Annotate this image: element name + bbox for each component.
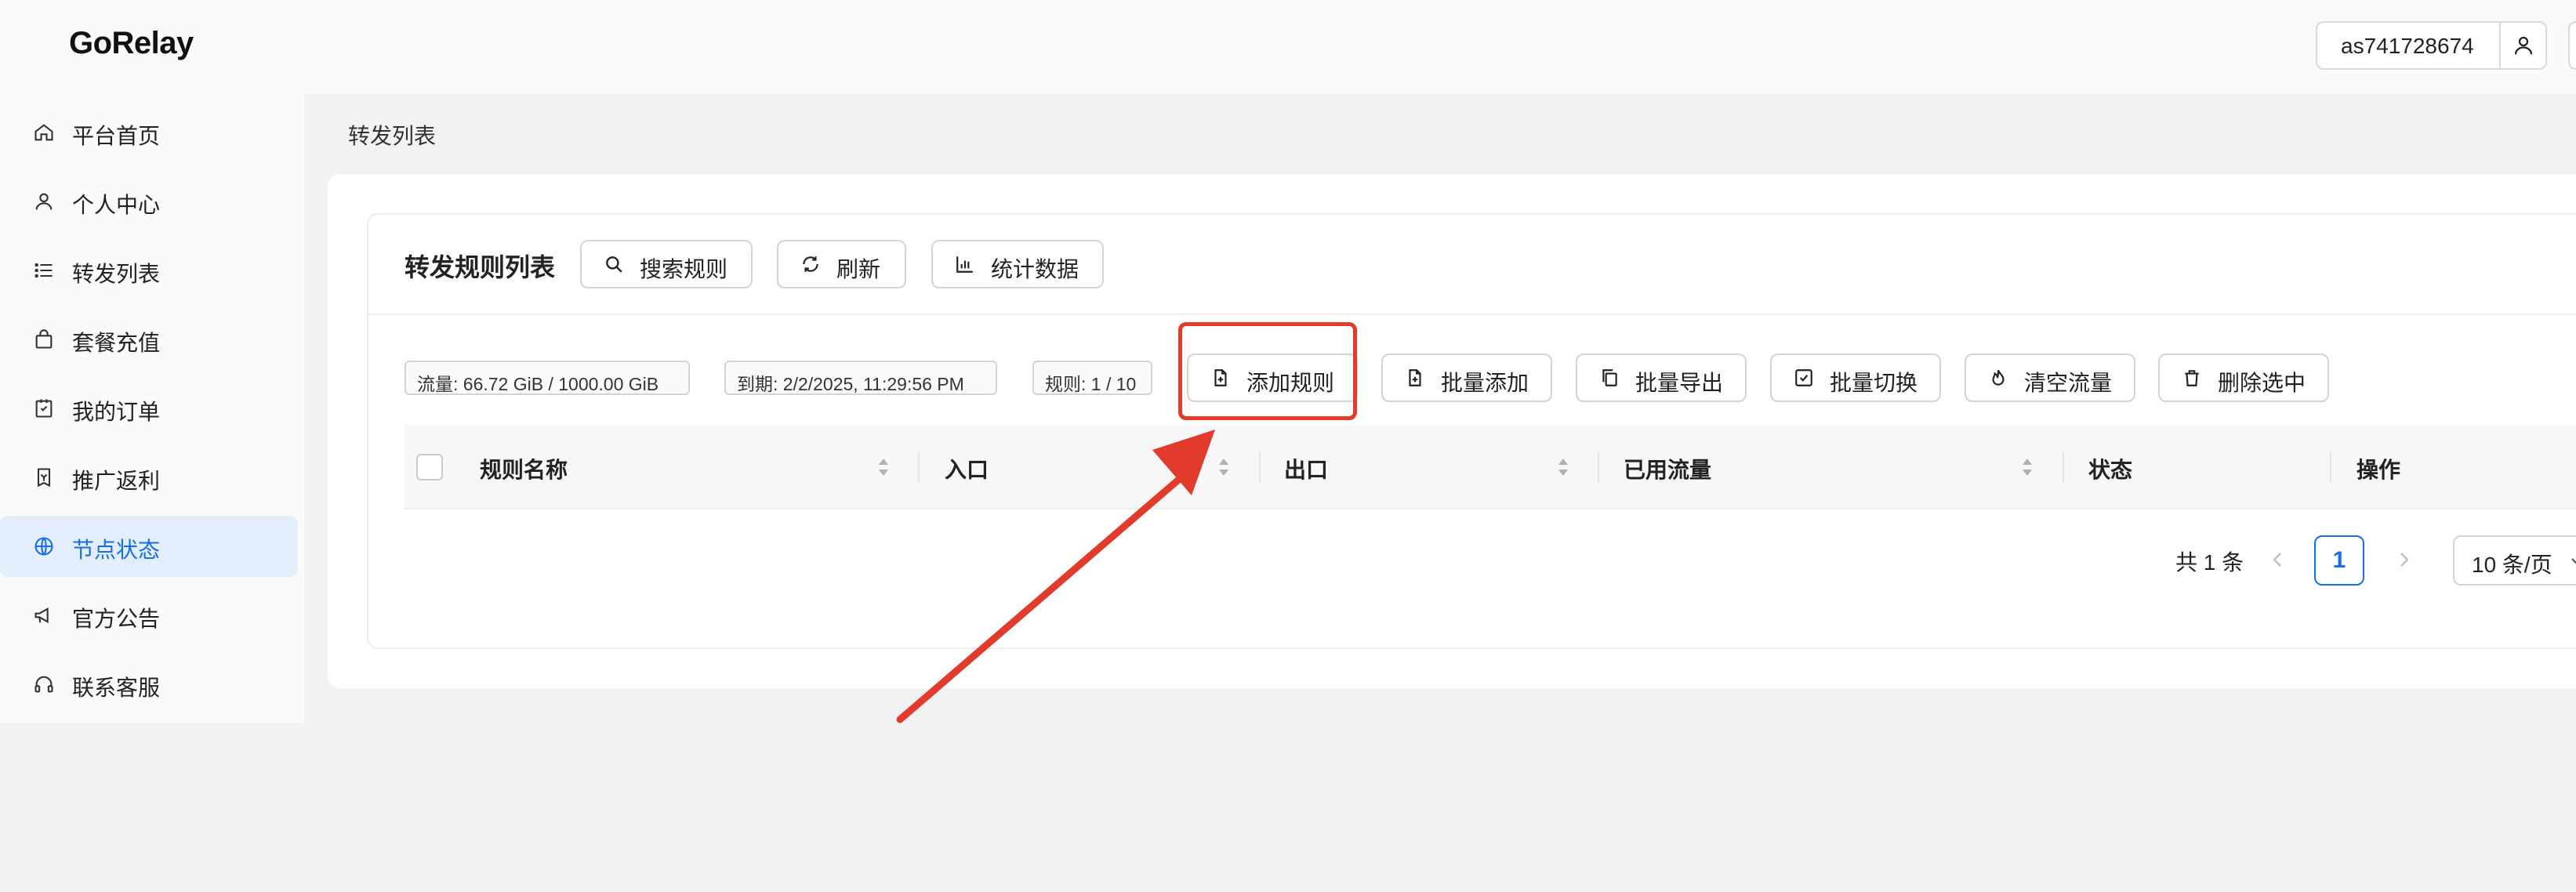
search-rules-button[interactable]: 搜索规则 bbox=[580, 240, 753, 288]
chevron-left-icon[interactable] bbox=[2269, 550, 2287, 569]
brand-logo[interactable]: GoRelay bbox=[69, 26, 194, 61]
pagination-page-1[interactable]: 1 bbox=[2314, 535, 2364, 586]
flame-icon bbox=[1992, 369, 2005, 386]
button-label: 批量导出 bbox=[1635, 371, 1724, 395]
column-header-status: 状态 bbox=[2088, 458, 2133, 482]
search-icon bbox=[606, 256, 622, 273]
sidebar-item-label: 官方公告 bbox=[72, 607, 161, 631]
column-separator bbox=[1598, 451, 1599, 483]
annotation-highlight-box bbox=[1178, 322, 1357, 420]
extra-header-button[interactable] bbox=[2568, 21, 2576, 70]
sort-icon[interactable] bbox=[877, 455, 890, 479]
card-title: 转发规则列表 bbox=[405, 253, 556, 281]
button-label: 刷新 bbox=[836, 257, 881, 281]
column-header-used-traffic[interactable]: 已用流量 bbox=[1624, 453, 1711, 484]
page-size-select[interactable]: 10 条/页 bbox=[2453, 535, 2576, 586]
column-separator bbox=[918, 451, 920, 483]
sort-icon[interactable] bbox=[1217, 455, 1230, 479]
rules-count-text: 规则: 1 / 10 bbox=[1045, 374, 1137, 394]
column-header-exit[interactable]: 出口 bbox=[1284, 453, 1328, 484]
megaphone-icon bbox=[34, 607, 49, 623]
sidebar-item-node-status[interactable]: 节点状态 bbox=[0, 516, 298, 577]
sidebar-item-forward-list[interactable]: 转发列表 bbox=[0, 240, 298, 301]
pagination-total: 共 1 条 bbox=[2175, 550, 2244, 575]
column-header-actions: 操作 bbox=[2356, 458, 2401, 482]
button-label: 搜索规则 bbox=[640, 257, 728, 281]
divider bbox=[368, 314, 2576, 315]
column-header-rule-name[interactable]: 规则名称 bbox=[480, 453, 568, 484]
sort-icon[interactable] bbox=[1557, 455, 1569, 479]
breadcrumb: 转发列表 bbox=[348, 124, 437, 148]
divider bbox=[2499, 23, 2501, 68]
sidebar-item-rebate[interactable]: 推广返利 bbox=[0, 447, 298, 508]
sidebar-item-label: 联系客服 bbox=[72, 676, 161, 700]
traffic-text: 流量: 66.72 GiB / 1000.00 GiB bbox=[417, 374, 659, 394]
column-separator bbox=[2330, 451, 2331, 483]
sidebar-item-label: 个人中心 bbox=[72, 193, 161, 217]
sort-icon[interactable] bbox=[2021, 455, 2034, 479]
sidebar-item-label: 套餐充值 bbox=[72, 331, 161, 355]
clear-traffic-button[interactable]: 清空流量 bbox=[1965, 354, 2135, 402]
bar-chart-icon bbox=[956, 256, 973, 273]
button-label: 统计数据 bbox=[991, 257, 1079, 281]
checkbox-icon bbox=[1795, 369, 1812, 386]
sidebar-item-label: 平台首页 bbox=[72, 124, 161, 148]
column-separator bbox=[2063, 451, 2064, 483]
sidebar-item-recharge[interactable]: 套餐充值 bbox=[0, 309, 298, 370]
username[interactable]: as741728674 bbox=[2341, 34, 2474, 59]
rebate-icon bbox=[37, 468, 51, 488]
sidebar-item-announcements[interactable]: 官方公告 bbox=[0, 585, 298, 646]
copy-icon bbox=[1602, 369, 1617, 386]
chevron-down-icon bbox=[2571, 558, 2576, 564]
page-size-value: 10 条/页 bbox=[2472, 553, 2552, 577]
traffic-tag: 流量: 66.72 GiB / 1000.00 GiB bbox=[405, 361, 690, 395]
user-icon[interactable] bbox=[2512, 34, 2535, 57]
refresh-icon bbox=[803, 256, 818, 272]
button-label: 清空流量 bbox=[2024, 371, 2113, 395]
rules-count-tag: 规则: 1 / 10 bbox=[1032, 361, 1152, 395]
select-all-checkbox[interactable] bbox=[416, 454, 443, 480]
batch-add-button[interactable]: 批量添加 bbox=[1381, 354, 1552, 402]
sidebar-item-label: 我的订单 bbox=[72, 400, 161, 424]
sidebar-item-orders[interactable]: 我的订单 bbox=[0, 378, 298, 439]
sidebar-item-label: 推广返利 bbox=[72, 469, 161, 493]
file-add-icon bbox=[1409, 369, 1421, 386]
top-bar: GoRelay as741728674 bbox=[0, 0, 2576, 94]
user-menu[interactable]: as741728674 bbox=[2316, 21, 2547, 70]
headset-icon bbox=[34, 676, 53, 693]
table-header bbox=[405, 425, 2576, 509]
list-icon bbox=[34, 263, 53, 278]
sidebar-item-home[interactable]: 平台首页 bbox=[0, 102, 298, 163]
batch-export-button[interactable]: 批量导出 bbox=[1576, 354, 1747, 402]
page-number: 1 bbox=[2332, 547, 2346, 573]
column-header-entry[interactable]: 入口 bbox=[945, 453, 989, 484]
column-separator bbox=[1259, 451, 1261, 483]
sidebar-item-label: 节点状态 bbox=[72, 538, 161, 562]
button-label: 删除选中 bbox=[2218, 371, 2306, 395]
batch-switch-button[interactable]: 批量切换 bbox=[1770, 354, 1941, 402]
globe-icon bbox=[34, 537, 53, 556]
delete-selected-button[interactable]: 删除选中 bbox=[2158, 354, 2329, 402]
button-label: 批量添加 bbox=[1441, 371, 1529, 395]
stats-button[interactable]: 统计数据 bbox=[931, 240, 1104, 288]
order-icon bbox=[35, 399, 53, 418]
expiry-text: 到期: 2/2/2025, 11:29:56 PM bbox=[737, 374, 964, 394]
button-label: 批量切换 bbox=[1830, 371, 1918, 395]
sidebar-item-profile[interactable]: 个人中心 bbox=[0, 171, 298, 232]
sidebar-item-support[interactable]: 联系客服 bbox=[0, 654, 298, 715]
bag-icon bbox=[35, 329, 53, 349]
sidebar: 平台首页 个人中心 转发列表 套餐充值 我的订单 推广返利 节点状态 官方公告 … bbox=[0, 94, 304, 723]
chevron-right-icon[interactable] bbox=[2395, 550, 2412, 569]
sidebar-item-label: 转发列表 bbox=[72, 262, 161, 286]
trash-icon bbox=[2185, 370, 2199, 386]
refresh-button[interactable]: 刷新 bbox=[777, 240, 906, 288]
home-icon bbox=[34, 124, 53, 141]
user-icon bbox=[35, 193, 53, 210]
expiry-tag: 到期: 2/2/2025, 11:29:56 PM bbox=[724, 361, 997, 395]
